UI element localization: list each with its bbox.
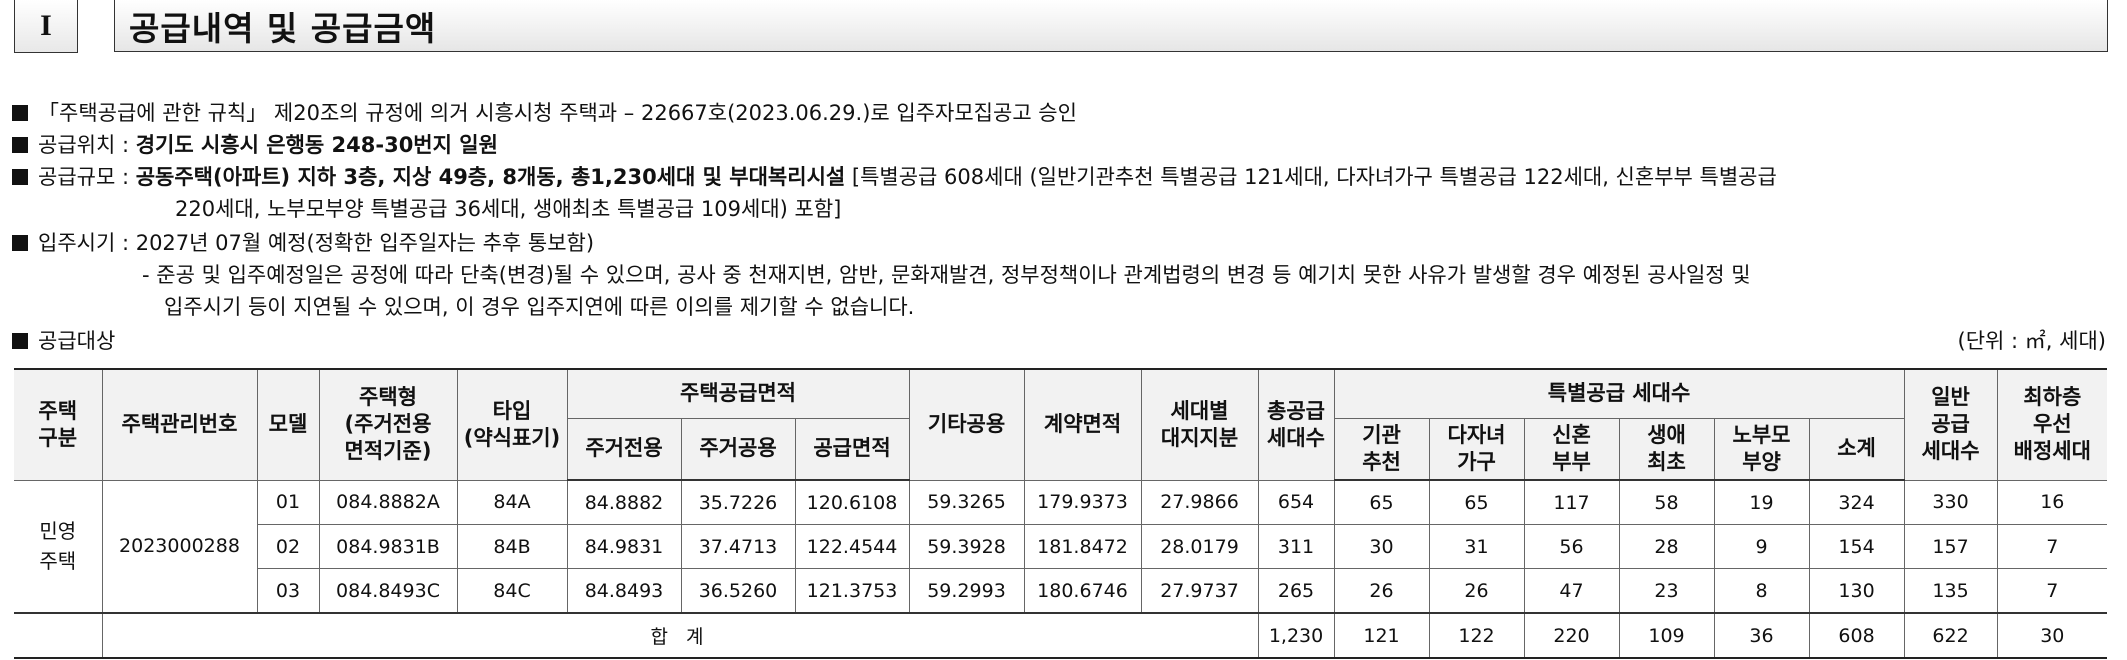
header-institution: 기관 추천 xyxy=(1333,417,1430,481)
header-total-units: 총공급 세대수 xyxy=(1257,368,1335,481)
header-general-supply: 일반 공급 세대수 xyxy=(1903,368,1998,481)
scale-line-continued: 220세대, 노부모부양 특별공급 36세대, 생애최초 특별공급 109세대)… xyxy=(175,197,842,221)
header-special-supply: 특별공급 세대수 xyxy=(1333,368,1905,419)
section-header: I 공급내역 및 공급금액 xyxy=(14,0,2114,56)
header-supply-total: 공급면적 xyxy=(794,417,910,481)
square-bullet-icon xyxy=(12,169,28,185)
header-model: 모델 xyxy=(256,368,320,481)
approval-line: 「주택공급에 관한 규칙」 제20조의 규정에 의거 시흥시청 주택과 – 22… xyxy=(12,98,1077,128)
total-label: 합 계 xyxy=(101,612,1259,659)
header-contract-area: 계약면적 xyxy=(1023,368,1142,481)
header-house-type: 주택형 (주거전용 면적기준) xyxy=(318,368,458,481)
table-row: 민영 주택 2023000288 01 084.8882A 84A 84.888… xyxy=(14,479,2108,614)
table-row: 03 084.8493C 84C 84.8493 36.5260 121.375… xyxy=(14,568,2108,614)
header-elderly: 노부모 부양 xyxy=(1713,417,1810,481)
scale-line: 공급규모 : 공동주택(아파트) 지하 3층, 지상 49층, 8개동, 총1,… xyxy=(12,162,1777,192)
header-unit-type: 타입 (약식표기) xyxy=(456,368,568,481)
header-multi-child: 다자녀 가구 xyxy=(1428,417,1525,481)
unit-label: (단위 : ㎡, 세대) xyxy=(1957,329,2106,353)
header-exclusive: 주거전용 xyxy=(567,417,682,481)
move-in-note: - 준공 및 입주예정일은 공정에 따라 단축(변경)될 수 있으며, 공사 중… xyxy=(142,263,1751,287)
square-bullet-icon xyxy=(12,105,28,121)
mgmt-number: 2023000288 xyxy=(101,479,258,614)
square-bullet-icon xyxy=(12,235,28,251)
header-subtotal: 소계 xyxy=(1808,417,1905,481)
total-row: 합 계 1,230 121 122 220 109 36 608 622 30 xyxy=(14,612,2108,659)
header-land-share: 세대별 대지지분 xyxy=(1140,368,1259,481)
location-line: 공급위치 : 경기도 시흥시 은행동 248-30번지 일원 xyxy=(12,130,498,160)
supply-target-line: 공급대상 xyxy=(12,326,115,356)
header-newlywed: 신혼 부부 xyxy=(1523,417,1620,481)
header-first-time: 생애 최초 xyxy=(1618,417,1715,481)
group-label: 민영 주택 xyxy=(14,479,103,614)
section-number: I xyxy=(14,0,78,53)
move-in-line: 입주시기 : 2027년 07월 예정(정확한 입주일자는 추후 통보함) xyxy=(12,228,594,258)
square-bullet-icon xyxy=(12,137,28,153)
table-row: 02 084.9831B 84B 84.9831 37.4713 122.454… xyxy=(14,524,2108,569)
header-mgmt-no: 주택관리번호 xyxy=(101,368,258,481)
supply-table: 주택 구분 주택관리번호 모델 주택형 (주거전용 면적기준) 타입 (약식표기… xyxy=(14,368,2108,659)
header-common: 주거공용 xyxy=(680,417,796,481)
header-housing-type: 주택 구분 xyxy=(14,368,103,481)
move-in-note-continued: 입주시기 등이 지연될 수 있으며, 이 경우 입주지연에 따른 이의를 제기할… xyxy=(164,295,915,319)
header-supply-area: 주택공급면적 xyxy=(566,368,910,419)
section-title: 공급내역 및 공급금액 xyxy=(114,0,2108,52)
header-lowest-floor: 최하층 우선 배정세대 xyxy=(1996,368,2108,481)
square-bullet-icon xyxy=(12,333,28,349)
header-other-common: 기타공용 xyxy=(908,368,1025,481)
